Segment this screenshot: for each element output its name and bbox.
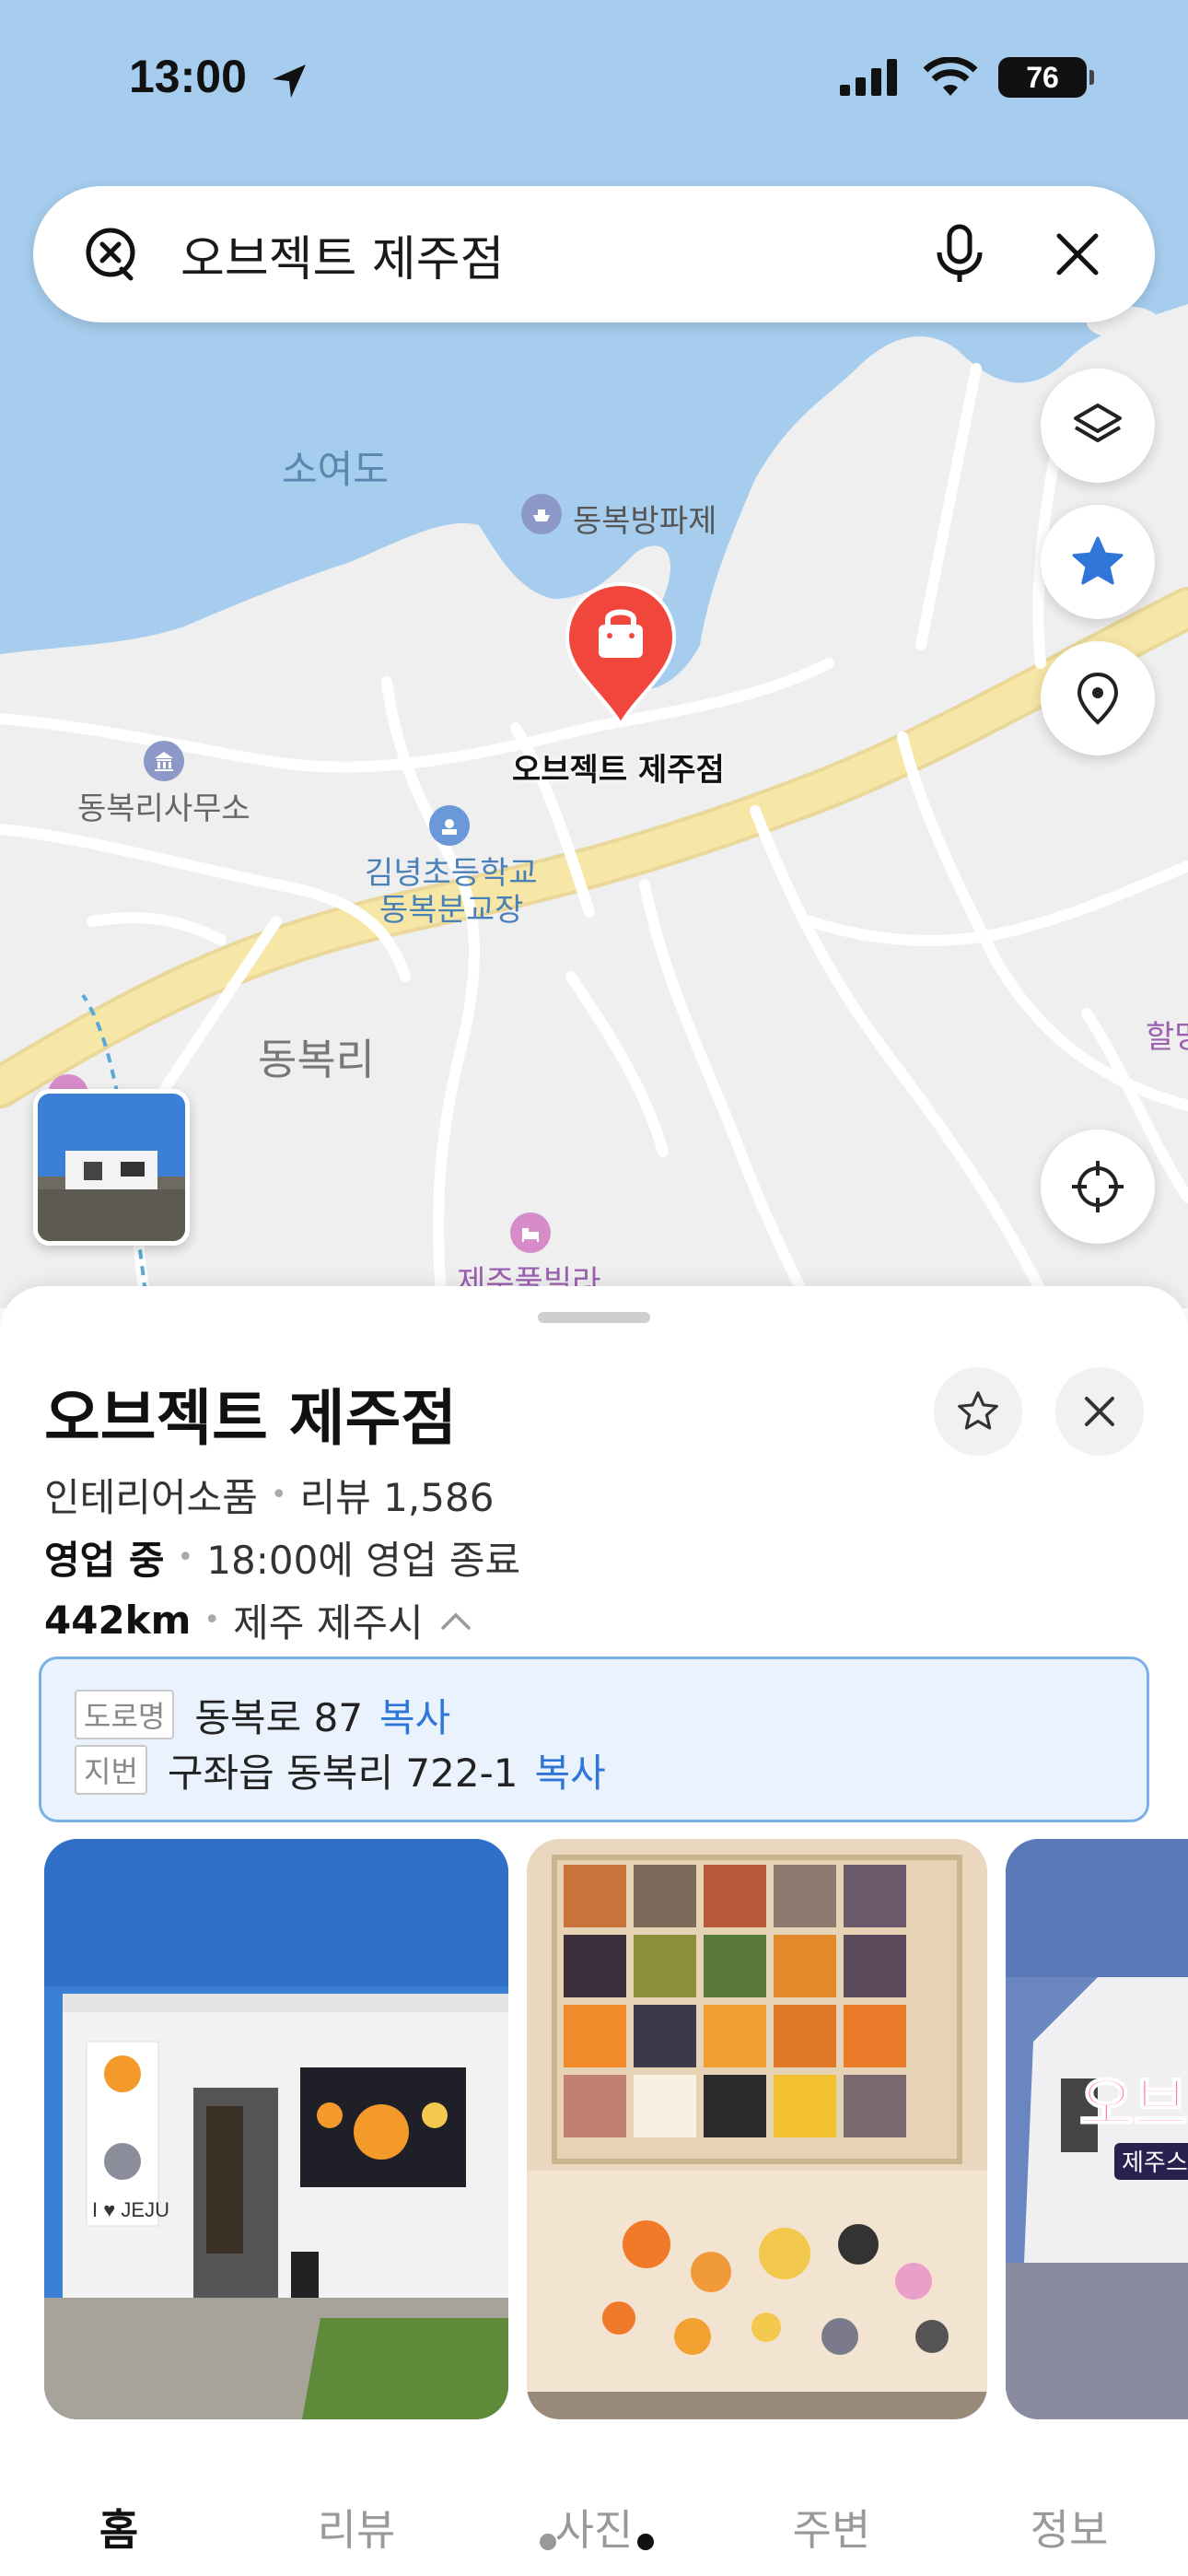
map-label-school-line2: 동복분교장 (379, 892, 524, 929)
place-title: 오브젝트 제주점 (44, 1383, 458, 1454)
wifi-icon (923, 57, 978, 96)
map-label-office: 동복리사무소 (77, 790, 250, 827)
search-input[interactable]: 오브젝트 제주점 (181, 220, 926, 289)
school-poi-icon[interactable] (429, 805, 470, 846)
signal-icon (840, 59, 897, 96)
current-location-button[interactable] (1041, 1130, 1155, 1244)
lot-address-tag: 지번 (75, 1745, 147, 1795)
closing-time[interactable]: 18:00에 영업 종료 (206, 1529, 520, 1586)
status-time: 13:00 (129, 51, 247, 102)
store-sign-text: I ♥ JEJU (92, 2198, 169, 2221)
separator-dot: • (204, 1604, 221, 1636)
photo-carousel[interactable]: I ♥ JEJU 오브 제주스 (0, 1839, 1188, 2419)
map-view[interactable]: 소여도 동복방파제 오브젝트 제주점 동복리사무소 김녕초등학교 동복분교장 동… (0, 0, 1188, 1308)
category-line: 인테리어소품 • 리뷰 1,586 (44, 1467, 494, 1523)
tab-home[interactable]: 홈 (0, 2484, 238, 2576)
hours-line: 영업 중 • 18:00에 영업 종료 (44, 1529, 520, 1586)
battery-icon: 76 (998, 57, 1094, 98)
review-count[interactable]: 리뷰 1,586 (300, 1467, 495, 1523)
chevron-up-icon[interactable] (440, 1610, 472, 1631)
region: 제주 제주시 (233, 1600, 424, 1645)
map-label-selected-place: 오브젝트 제주점 (512, 752, 725, 789)
location-arrow-icon (273, 64, 306, 98)
close-sheet-button[interactable] (1055, 1367, 1144, 1456)
copy-lot-address-button[interactable]: 복사 (534, 1742, 605, 1798)
clear-circle-icon[interactable] (77, 221, 144, 287)
status-bar: 13:00 76 (0, 0, 1188, 157)
map-label-breakwater: 동복방파제 (573, 503, 717, 540)
villa-poi-icon[interactable] (510, 1212, 551, 1253)
indicator-dot (540, 2534, 556, 2550)
place-detail-sheet[interactable]: 오브젝트 제주점 인테리어소품 • 리뷰 1,586 영업 중 • 18:00에… (0, 1286, 1188, 2576)
microphone-icon[interactable] (926, 221, 993, 287)
layers-icon (1074, 404, 1122, 442)
location-pin-icon (1077, 672, 1119, 725)
map-label-edge-place: 할망 (1146, 1019, 1188, 1056)
close-icon (1085, 1397, 1114, 1426)
search-bar[interactable]: 오브젝트 제주점 (33, 186, 1155, 322)
map-photo-thumbnail[interactable] (33, 1089, 190, 1246)
sheet-grabber[interactable] (538, 1312, 650, 1323)
store-front-photo[interactable]: I ♥ JEJU (44, 1839, 508, 2419)
page-indicator (540, 2534, 654, 2550)
separator-dot: • (270, 1479, 287, 1511)
detail-tabs[interactable]: 홈 리뷰 사진 주변 정보 (0, 2484, 1188, 2576)
badge-display-photo[interactable] (527, 1839, 987, 2419)
store-sign-line2: 제주스 (1122, 2149, 1188, 2177)
lot-address-row: 지번 구좌읍 동복리 722-1 복사 (75, 1742, 1113, 1797)
lot-address: 구좌읍 동복리 722-1 (167, 1750, 518, 1796)
favorites-button[interactable] (1041, 505, 1155, 619)
tab-photos[interactable]: 사진 (475, 2484, 713, 2576)
close-icon[interactable] (1044, 221, 1111, 287)
selected-place-marker[interactable] (564, 580, 678, 728)
tab-reviews[interactable]: 리뷰 (238, 2484, 475, 2576)
favorite-button[interactable] (934, 1367, 1022, 1456)
tab-nearby[interactable]: 주변 (713, 2484, 950, 2576)
crosshair-icon (1072, 1161, 1124, 1212)
open-status: 영업 중 (44, 1538, 165, 1583)
separator-dot: • (177, 1541, 194, 1574)
road-address-tag: 도로명 (75, 1690, 175, 1739)
road-address: 동복로 87 (194, 1694, 364, 1740)
map-label-village: 동복리 (258, 1035, 375, 1084)
store-sign-line1: 오브젝 (1079, 2071, 1188, 2139)
distance-line[interactable]: 442km • 제주 제주시 (44, 1592, 472, 1648)
category-label: 인테리어소품 (44, 1475, 258, 1520)
save-location-button[interactable] (1041, 641, 1155, 755)
ferry-poi-icon[interactable] (521, 494, 562, 534)
store-sign-photo[interactable]: 오브젝 제주스 (1006, 1839, 1188, 2419)
copy-road-address-button[interactable]: 복사 (379, 1687, 450, 1743)
layers-button[interactable] (1041, 369, 1155, 483)
road-address-row: 도로명 동복로 87 복사 (75, 1687, 1113, 1742)
star-icon (1072, 536, 1124, 585)
distance: 442km (44, 1598, 192, 1643)
map-label-island: 소여도 (282, 447, 389, 492)
office-poi-icon[interactable] (144, 741, 184, 781)
indicator-dot (637, 2534, 654, 2550)
tab-info[interactable]: 정보 (950, 2484, 1188, 2576)
address-box: 도로명 동복로 87 복사 지번 구좌읍 동복리 722-1 복사 (39, 1657, 1149, 1822)
star-outline-icon (958, 1391, 998, 1430)
